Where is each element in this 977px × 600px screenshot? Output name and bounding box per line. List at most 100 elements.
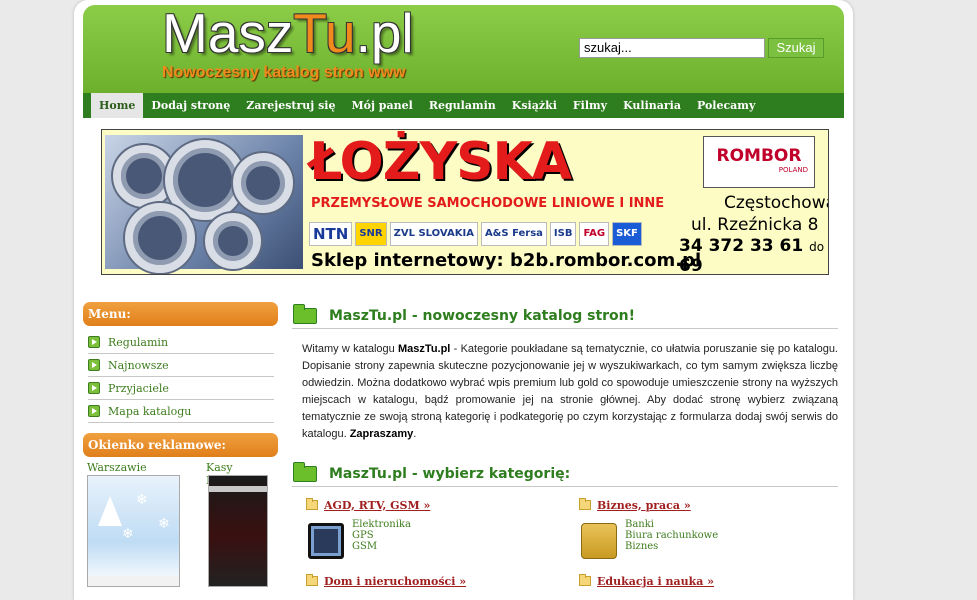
folder-icon [306,498,318,510]
logo-text-suffix: .pl [355,2,414,64]
nav-item-register[interactable]: Zarejestruj się [238,93,343,118]
snowflake-icon: ❄ [136,492,148,508]
brand-ntn-logo: NTN [309,222,353,246]
subcategory-link[interactable]: GPS [352,530,411,541]
brand-snr-logo: SNR [355,222,387,246]
snowflake-icon: ❄ [158,516,170,532]
section-title-intro: MaszTu.pl - nowoczesny katalog stron! [329,307,636,324]
subcategory-link[interactable]: Banki [625,519,718,530]
snowflake-icon: ❄ [122,526,134,542]
arrow-bullet-icon [88,382,100,394]
section-categories-header: MaszTu.pl - wybierz kategorię: [292,461,838,487]
nav-item-my-panel[interactable]: Mój panel [343,93,420,118]
folder-icon [579,574,591,586]
banner-phone: 34 372 33 61 do 69 [679,236,828,275]
nav-item-recommended[interactable]: Polecamy [689,93,763,118]
brand-zvl-logo: ZVL SLOVAKIA [389,222,478,246]
banner-city: Częstochowa [724,193,829,213]
folder-icon [579,498,591,510]
intro-pre: Witamy w katalogu [302,343,399,355]
nav-item-rules[interactable]: Regulamin [421,93,504,118]
site-logo[interactable]: MaszTu.pl [162,3,414,63]
section-title-categories: MaszTu.pl - wybierz kategorię: [329,465,571,482]
ads-header: Okienko reklamowe: [83,433,278,457]
arrow-bullet-icon [88,405,100,417]
category-edukacja-nauka: Edukacja i nauka » [565,573,825,589]
sidebar-item-label: Przyjaciele [108,381,169,395]
intro-text: Witamy w katalogu MaszTu.pl - Kategorie … [292,341,838,443]
ad-footer-strip [88,576,179,586]
sidebar-menu: Regulamin Najnowsze Przyjaciele Mapa kat… [83,331,278,423]
main-nav: Home Dodaj stronę Zarejestruj się Mój pa… [83,93,844,118]
ad-banner[interactable]: ŁOŻYSKA PRZEMYSŁOWE SAMOCHODOWE LINIOWE … [101,129,829,275]
money-icon [581,523,617,559]
nav-item-add-site[interactable]: Dodaj stronę [143,93,238,118]
sidebar-item-rules[interactable]: Regulamin [88,331,274,354]
arrow-bullet-icon [88,336,100,348]
category-title-link[interactable]: AGD, RTV, GSM » [324,499,430,512]
arrow-bullet-icon [88,359,100,371]
sidebar-item-label: Mapa katalogu [108,404,192,418]
ad-title-warsaw[interactable]: Warszawie [87,461,147,474]
banner-street: ul. Rzeźnicka 8 [691,215,819,235]
category-title-link[interactable]: Biznes, praca » [597,499,691,512]
banner-headline: ŁOŻYSKA [309,132,572,192]
ads-box: Warszawie Kasy Fiskalne ❄ ❄ ❄ [83,457,278,597]
category-agd-rtv-gsm: AGD, RTV, GSM » Elektronika GPS GSM [292,497,552,559]
category-grid: AGD, RTV, GSM » Elektronika GPS GSM Bizn… [292,487,838,600]
intro-dot: . [413,428,417,440]
sidebar-item-newest[interactable]: Najnowsze [88,354,274,377]
subcategory-link[interactable]: GSM [352,541,411,552]
ad-band [209,486,267,492]
sidebar-item-label: Najnowsze [108,358,169,372]
sidebar-item-friends[interactable]: Przyjaciele [88,377,274,400]
intro-body: - Kategorie poukładane są tematycznie, c… [302,343,838,440]
banner-subline: PRZEMYSŁOWE SAMOCHODOWE LINIOWE I INNE [311,196,665,211]
logo-text-main: Masz [162,2,294,64]
brand-isb-logo: ISB [549,222,577,246]
brand-logos: NTN SNR ZVL SLOVAKIA A&S Fersa ISB FAG S… [309,222,642,246]
section-intro-header: MaszTu.pl - nowoczesny katalog stron! [292,303,838,329]
nav-item-cooking[interactable]: Kulinaria [615,93,689,118]
ad-image-cash-registers[interactable] [208,475,268,587]
banner-phone-number: 34 372 33 61 [679,236,804,256]
bearings-image [105,135,303,273]
category-title-link[interactable]: Edukacja i nauka » [597,575,714,588]
category-title-link[interactable]: Dom i nieruchomości » [324,575,466,588]
category-biznes-praca: Biznes, praca » Banki Biura rachunkowe B… [565,497,825,559]
sidebar: Menu: Regulamin Najnowsze Przyjaciele Ma… [83,302,278,597]
logo-text-accent: Tu [293,2,356,64]
sidebar-item-sitemap[interactable]: Mapa katalogu [88,400,274,423]
nav-item-books[interactable]: Książki [504,93,565,118]
tv-icon [308,523,344,559]
folder-icon [306,574,318,586]
banner-phone-ext: 69 [679,256,703,275]
nav-item-home[interactable]: Home [91,93,144,118]
brand-fag-logo: FAG [579,222,610,246]
brand-skf-logo: SKF [612,222,642,246]
banner-phone-sep: do [809,240,825,254]
category-dom-nieruchomosci: Dom i nieruchomości » [292,573,552,589]
subcategory-link[interactable]: Elektronika [352,519,411,530]
brand-fersa-logo: A&S Fersa [480,222,547,246]
banner-shop-url: Sklep internetowy: b2b.rombor.com.pl [311,250,702,271]
sidebar-item-label: Regulamin [108,335,169,349]
green-folder-icon [293,303,317,324]
search-button[interactable]: Szukaj [768,38,824,58]
menu-header: Menu: [83,302,278,326]
ad-image-warsaw[interactable]: ❄ ❄ ❄ [87,475,180,587]
rombor-logo-sub: POLAND [778,166,808,174]
page-container: MaszTu.pl Nowoczesny katalog stron www s… [74,0,853,600]
rombor-logo-text: ROMBOR [716,146,802,166]
site-tagline: Nowoczesny katalog stron www [162,64,406,81]
subcategory-link[interactable]: Biznes [625,541,718,552]
rombor-logo: ROMBOR POLAND [703,136,815,188]
christmas-tree-icon [98,496,122,526]
header: MaszTu.pl Nowoczesny katalog stron www s… [83,3,844,93]
green-folder-icon [293,461,317,482]
main-content: MaszTu.pl - nowoczesny katalog stron! Wi… [292,303,838,600]
search-input[interactable]: szukaj... [579,38,765,58]
subcategory-link[interactable]: Biura rachunkowe [625,530,718,541]
nav-item-movies[interactable]: Filmy [565,93,615,118]
intro-end: Zapraszamy [349,428,414,440]
